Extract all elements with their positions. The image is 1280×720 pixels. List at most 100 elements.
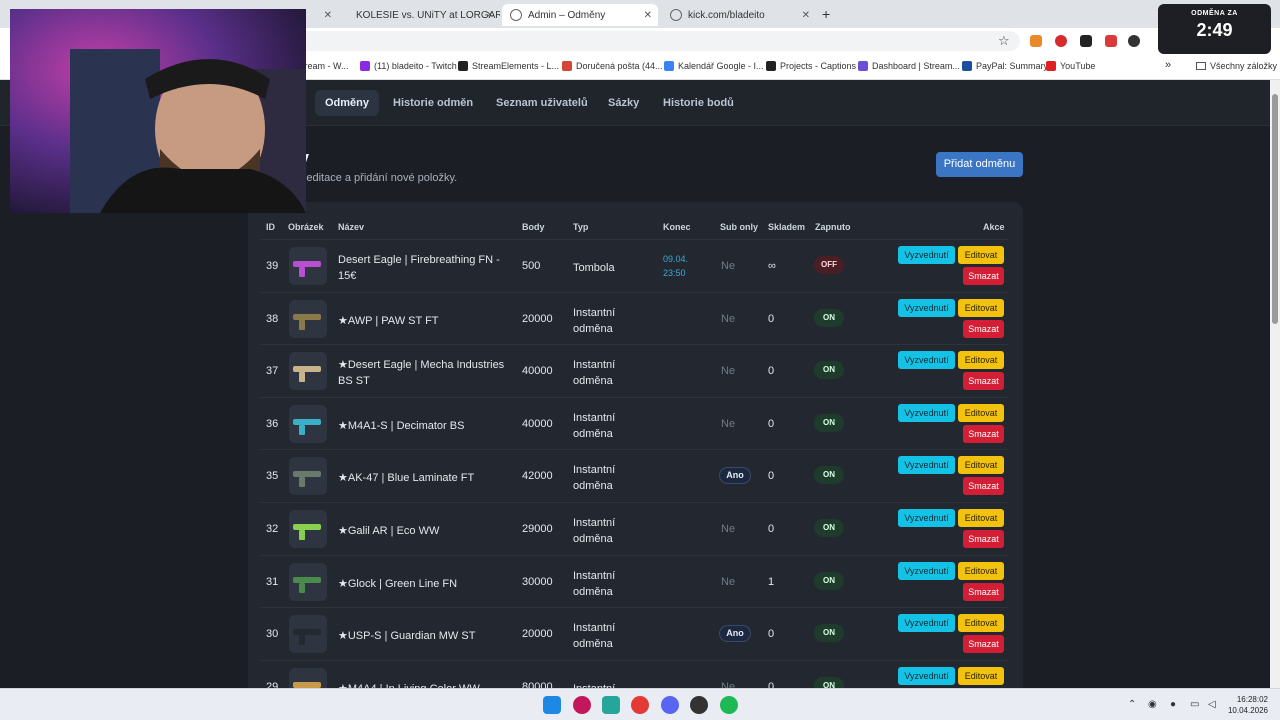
- system-clock[interactable]: 16:28:02 10.04.2026: [1226, 694, 1268, 716]
- enabled-toggle[interactable]: ON: [814, 466, 844, 485]
- app-icon[interactable]: [573, 696, 591, 714]
- reward-stock: ∞: [768, 260, 776, 272]
- pickup-button[interactable]: Vyzvednutí: [898, 509, 955, 527]
- delete-button[interactable]: Smazat: [963, 372, 1004, 391]
- all-bookmarks-folder[interactable]: Všechny záložky: [1196, 61, 1277, 71]
- delete-button[interactable]: Smazat: [963, 635, 1004, 654]
- rewards-table: ID Obrázek Název Body Typ Konec Sub only…: [248, 202, 1023, 688]
- edit-button[interactable]: Editovat: [958, 614, 1004, 633]
- captions-icon: [766, 61, 776, 71]
- start-icon[interactable]: [543, 696, 561, 714]
- browser-tab-2[interactable]: KOLESIE vs. UNiTY at LORGAR ✕: [342, 4, 500, 26]
- header-id: ID: [266, 222, 275, 232]
- close-icon[interactable]: ✕: [802, 10, 810, 21]
- steam-icon[interactable]: ◉: [1148, 699, 1157, 710]
- nav-reward-history[interactable]: Historie odměn: [383, 90, 483, 116]
- edit-button[interactable]: Editovat: [958, 666, 1004, 685]
- url-input[interactable]: [290, 31, 1020, 51]
- reward-image: [289, 667, 327, 688]
- bookmark-item[interactable]: Doručená pošta (44...: [562, 61, 663, 71]
- add-reward-button[interactable]: Přidat odměnu: [936, 152, 1023, 177]
- bookmark-label: Doručená pošta (44...: [576, 61, 663, 71]
- enabled-toggle[interactable]: ON: [814, 571, 844, 590]
- globe-icon: [510, 9, 522, 21]
- bookmark-item[interactable]: YouTube: [1046, 61, 1095, 71]
- bookmark-item[interactable]: StreamElements - L...: [458, 61, 559, 71]
- close-icon[interactable]: ✕: [486, 10, 494, 21]
- nav-rewards[interactable]: Odměny: [315, 90, 380, 116]
- bookmark-item[interactable]: Dashboard | Stream...: [858, 61, 960, 71]
- bookmark-label: Dashboard | Stream...: [872, 61, 960, 71]
- delete-button[interactable]: Smazat: [963, 477, 1004, 496]
- app-icon[interactable]: [690, 696, 708, 714]
- volume-icon[interactable]: ◁: [1208, 699, 1216, 710]
- table-row: 36 ★M4A1-S | Decimator BS 40000 Instantní o…: [261, 396, 1008, 449]
- reward-end: 09.04. 23:50: [663, 254, 689, 278]
- extension-icon[interactable]: [1080, 35, 1092, 47]
- nav-user-list[interactable]: Seznam uživatelů: [486, 90, 598, 116]
- extension-icon[interactable]: [1128, 35, 1140, 47]
- delete-button[interactable]: Smazat: [963, 530, 1004, 548]
- pickup-button[interactable]: Vyzvednutí: [898, 351, 955, 370]
- reward-stock: 0: [768, 628, 775, 641]
- edit-button[interactable]: Editovat: [958, 351, 1004, 370]
- nav-bets[interactable]: Sázky: [598, 90, 649, 116]
- close-icon[interactable]: ✕: [644, 10, 652, 21]
- reward-image: [289, 352, 327, 391]
- enabled-toggle[interactable]: ON: [814, 519, 844, 537]
- sub-only-value: Ne: [721, 312, 736, 325]
- reward-points: 30000: [522, 575, 553, 588]
- edit-button[interactable]: Editovat: [958, 246, 1004, 264]
- edit-button[interactable]: Editovat: [958, 403, 1004, 422]
- pickup-button[interactable]: Vyzvednutí: [898, 403, 955, 422]
- bookmark-item[interactable]: tream - W...: [302, 61, 349, 71]
- reward-points: 500: [522, 260, 541, 272]
- enabled-toggle[interactable]: ON: [814, 308, 844, 327]
- edit-button[interactable]: Editovat: [958, 298, 1004, 317]
- bookmark-item[interactable]: PayPal: Summary: [962, 61, 1048, 71]
- delete-button[interactable]: Smazat: [963, 424, 1004, 443]
- microphone-icon[interactable]: ●: [1170, 699, 1176, 710]
- new-tab-button[interactable]: +: [822, 6, 830, 22]
- delete-button[interactable]: Smazat: [963, 582, 1004, 601]
- extension-icon[interactable]: [1055, 35, 1067, 47]
- page-scrollbar[interactable]: [1270, 80, 1280, 688]
- close-icon[interactable]: ✕: [324, 10, 332, 21]
- edit-button[interactable]: Editovat: [958, 509, 1004, 527]
- reward-stock: 0: [768, 523, 775, 535]
- enabled-toggle[interactable]: ON: [814, 413, 844, 432]
- browser-tab-4[interactable]: kick.com/bladeito ✕: [662, 4, 816, 26]
- reward-points: 40000: [522, 365, 553, 378]
- discord-icon[interactable]: [661, 696, 679, 714]
- bookmark-item[interactable]: Kalendář Google - I...: [664, 61, 764, 71]
- app-icon[interactable]: [602, 696, 620, 714]
- pickup-button[interactable]: Vyzvednutí: [898, 456, 955, 475]
- enabled-toggle[interactable]: ON: [814, 361, 844, 380]
- webcam-overlay: [10, 9, 306, 213]
- bookmark-star-icon[interactable]: ☆: [998, 33, 1010, 49]
- pickup-button[interactable]: Vyzvednutí: [898, 561, 955, 580]
- pickup-button[interactable]: Vyzvednutí: [898, 246, 955, 264]
- pickup-button[interactable]: Vyzvednutí: [898, 666, 955, 685]
- bookmark-item[interactable]: (11) bladeito - Twitch: [360, 61, 457, 71]
- enabled-toggle[interactable]: ON: [814, 624, 844, 643]
- spotify-icon[interactable]: [720, 696, 738, 714]
- edit-button[interactable]: Editovat: [958, 456, 1004, 475]
- nav-points-history[interactable]: Historie bodů: [653, 90, 744, 116]
- delete-button[interactable]: Smazat: [963, 319, 1004, 338]
- enabled-toggle[interactable]: OFF: [814, 256, 844, 274]
- chrome-icon[interactable]: [631, 696, 649, 714]
- network-icon[interactable]: ▭: [1190, 699, 1199, 710]
- pickup-button[interactable]: Vyzvednutí: [898, 298, 955, 317]
- extension-icon[interactable]: [1030, 35, 1042, 47]
- scroll-thumb[interactable]: [1272, 94, 1278, 324]
- browser-tab-active[interactable]: Admin – Odměny ✕: [502, 4, 658, 26]
- edit-button[interactable]: Editovat: [958, 561, 1004, 580]
- pickup-button[interactable]: Vyzvednutí: [898, 614, 955, 633]
- enabled-toggle[interactable]: ON: [814, 676, 844, 688]
- tray-chevron-icon[interactable]: ⌃: [1128, 699, 1136, 710]
- bookmarks-more-button[interactable]: »: [1165, 59, 1171, 71]
- bookmark-item[interactable]: Projects - Captions: [766, 61, 856, 71]
- extension-icon[interactable]: [1105, 35, 1117, 47]
- delete-button[interactable]: Smazat: [963, 267, 1004, 285]
